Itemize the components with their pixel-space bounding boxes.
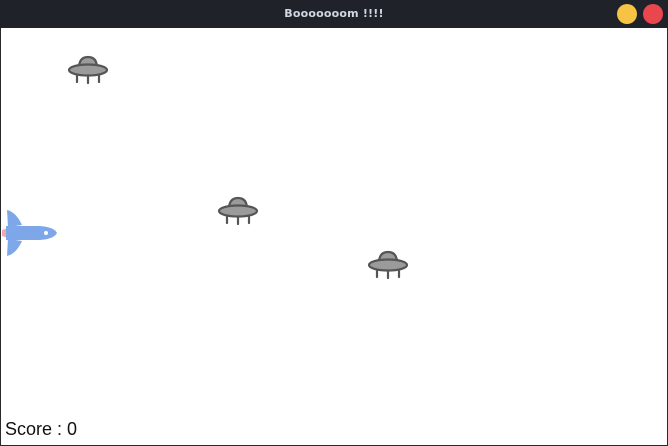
game-canvas[interactable]: Score : 0	[0, 28, 668, 446]
minimize-button[interactable]	[617, 4, 637, 24]
ufo-enemy-icon	[217, 196, 259, 226]
window-title: Booooooom !!!!	[284, 7, 384, 20]
close-button[interactable]	[643, 4, 663, 24]
ufo-enemy-icon	[67, 55, 109, 85]
ufo-enemy-icon	[367, 250, 409, 280]
score-label: Score : 0	[5, 419, 78, 439]
spaceship-icon	[2, 210, 57, 256]
title-bar[interactable]: Booooooom !!!!	[0, 0, 668, 28]
game-window: Booooooom !!!! Score: 0	[0, 0, 668, 446]
